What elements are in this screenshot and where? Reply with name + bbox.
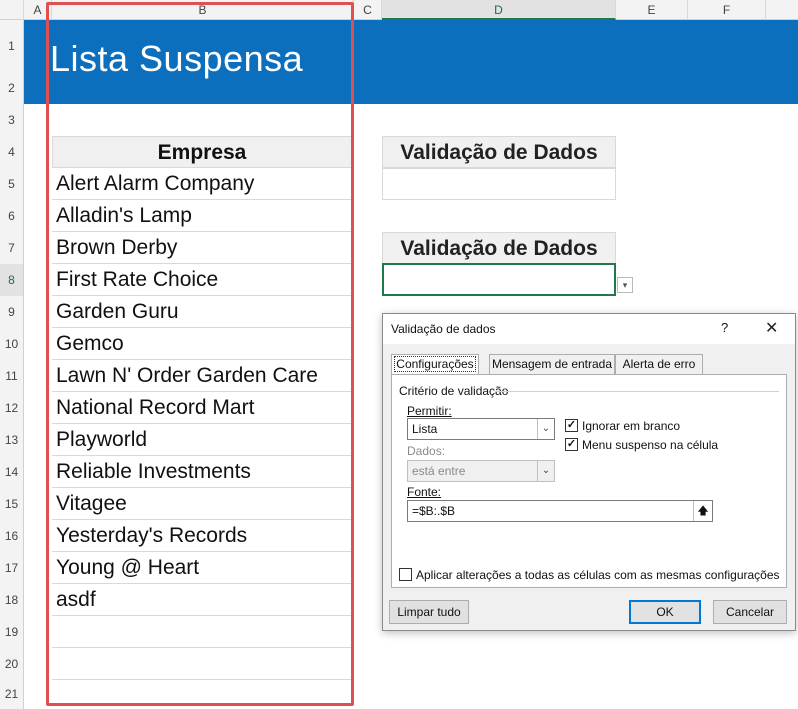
company-cell[interactable]: Alert Alarm Company: [52, 168, 352, 200]
in-cell-dropdown-label: Menu suspenso na célula: [582, 438, 719, 452]
permitir-label: Permitir:: [407, 404, 452, 418]
company-cell[interactable]: Garden Guru: [52, 296, 352, 328]
company-cell[interactable]: [52, 616, 352, 648]
checkmark-icon: ✓: [566, 419, 577, 431]
tab-alerta-de-erro[interactable]: Alerta de erro: [615, 354, 703, 374]
ignore-blank-label: Ignorar em branco: [582, 419, 681, 433]
row-header-13[interactable]: 13: [0, 424, 24, 456]
column-header-d[interactable]: D: [382, 0, 616, 20]
company-cell[interactable]: Alladin's Lamp: [52, 200, 352, 232]
company-cell[interactable]: First Rate Choice: [52, 264, 352, 296]
column-header-g[interactable]: [766, 0, 798, 20]
validation-header-1: Validação de Dados: [382, 136, 616, 168]
cancel-button[interactable]: Cancelar: [713, 600, 787, 624]
company-cell[interactable]: asdf: [52, 584, 352, 616]
in-cell-dropdown-checkbox[interactable]: ✓: [565, 438, 578, 451]
validation-header-2: Validação de Dados: [382, 232, 616, 264]
permitir-select[interactable]: Lista ⌄: [407, 418, 555, 440]
tab-configuracoes[interactable]: Configurações: [391, 354, 479, 375]
validation-cell-1[interactable]: [382, 168, 616, 200]
company-cell[interactable]: Reliable Investments: [52, 456, 352, 488]
tab-configuracoes-label: Configurações: [394, 356, 476, 372]
row-header-3[interactable]: 3: [0, 104, 24, 136]
row-header-17[interactable]: 17: [0, 552, 24, 584]
row-header-5[interactable]: 5: [0, 168, 24, 200]
company-cell[interactable]: Young @ Heart: [52, 552, 352, 584]
data-validation-dialog: Validação de dados ? ✕ Configurações Men…: [382, 313, 796, 631]
select-all-corner[interactable]: [0, 0, 24, 20]
permitir-value: Lista: [412, 422, 438, 436]
apply-all-checkbox[interactable]: [399, 568, 412, 581]
row-header-16[interactable]: 16: [0, 520, 24, 552]
ignore-blank-checkbox[interactable]: ✓: [565, 419, 578, 432]
row-header-8[interactable]: 8: [0, 264, 24, 296]
column-header-bar: A B C D E F: [0, 0, 798, 20]
company-cell[interactable]: Playworld: [52, 424, 352, 456]
help-icon[interactable]: ?: [721, 320, 728, 335]
row-header-15[interactable]: 15: [0, 488, 24, 520]
row-header-21[interactable]: 21: [0, 680, 24, 709]
collapse-dialog-icon[interactable]: 🡅: [693, 501, 712, 521]
company-cell[interactable]: [52, 680, 352, 709]
row-header-14[interactable]: 14: [0, 456, 24, 488]
dialog-titlebar[interactable]: Validação de dados ? ✕: [383, 314, 795, 344]
dados-label: Dados:: [407, 444, 446, 458]
tab-mensagem-de-entrada[interactable]: Mensagem de entrada: [489, 354, 615, 374]
column-header-c[interactable]: C: [354, 0, 382, 20]
validation-cell-2-active[interactable]: [382, 263, 616, 296]
row-header-10[interactable]: 10: [0, 328, 24, 360]
permitir-label-text: Permitir:: [407, 404, 452, 418]
row-header-12[interactable]: 12: [0, 392, 24, 424]
checkmark-icon: ✓: [566, 438, 577, 450]
row-header-4[interactable]: 4: [0, 136, 24, 168]
apply-all-label: Aplicar alterações a todas as células co…: [416, 568, 780, 582]
company-cell[interactable]: Yesterday's Records: [52, 520, 352, 552]
company-cell[interactable]: [52, 648, 352, 680]
row-header-7[interactable]: 7: [0, 232, 24, 264]
dados-value: está entre: [412, 464, 466, 478]
company-cell[interactable]: Lawn N' Order Garden Care: [52, 360, 352, 392]
row-header-19[interactable]: 19: [0, 616, 24, 648]
dropdown-arrow-icon[interactable]: ▾: [617, 277, 633, 293]
column-header-f[interactable]: F: [688, 0, 766, 20]
column-header-e[interactable]: E: [616, 0, 688, 20]
column-header-a[interactable]: A: [24, 0, 52, 20]
dados-select: está entre ⌄: [407, 460, 555, 482]
chevron-down-icon[interactable]: ⌄: [537, 419, 554, 439]
column-header-b[interactable]: B: [52, 0, 354, 20]
row-header-18[interactable]: 18: [0, 584, 24, 616]
chevron-down-icon: ⌄: [537, 461, 554, 481]
empresa-header: Empresa: [52, 136, 352, 168]
company-cell[interactable]: National Record Mart: [52, 392, 352, 424]
close-icon[interactable]: ✕: [765, 318, 778, 338]
company-cell[interactable]: Gemco: [52, 328, 352, 360]
company-cell[interactable]: Brown Derby: [52, 232, 352, 264]
validation-criteria-label: Critério de validação: [399, 384, 509, 398]
dialog-title: Validação de dados: [391, 322, 496, 336]
clear-all-button[interactable]: Limpar tudo: [389, 600, 469, 624]
sheet-title: Lista Suspensa: [50, 38, 304, 79]
row-header-9[interactable]: 9: [0, 296, 24, 328]
row-header-11[interactable]: 11: [0, 360, 24, 392]
fonte-label-text: Fonte:: [407, 485, 442, 499]
group-divider: [495, 391, 779, 392]
row-header-1[interactable]: 1: [0, 20, 24, 72]
company-cell[interactable]: Vitagee: [52, 488, 352, 520]
source-input[interactable]: =$B:.$B: [407, 500, 713, 522]
row-header-6[interactable]: 6: [0, 200, 24, 232]
fonte-label: Fonte:: [407, 485, 441, 499]
row-header-20[interactable]: 20: [0, 648, 24, 680]
ok-button[interactable]: OK: [629, 600, 701, 624]
row-header-2[interactable]: 2: [0, 72, 24, 104]
